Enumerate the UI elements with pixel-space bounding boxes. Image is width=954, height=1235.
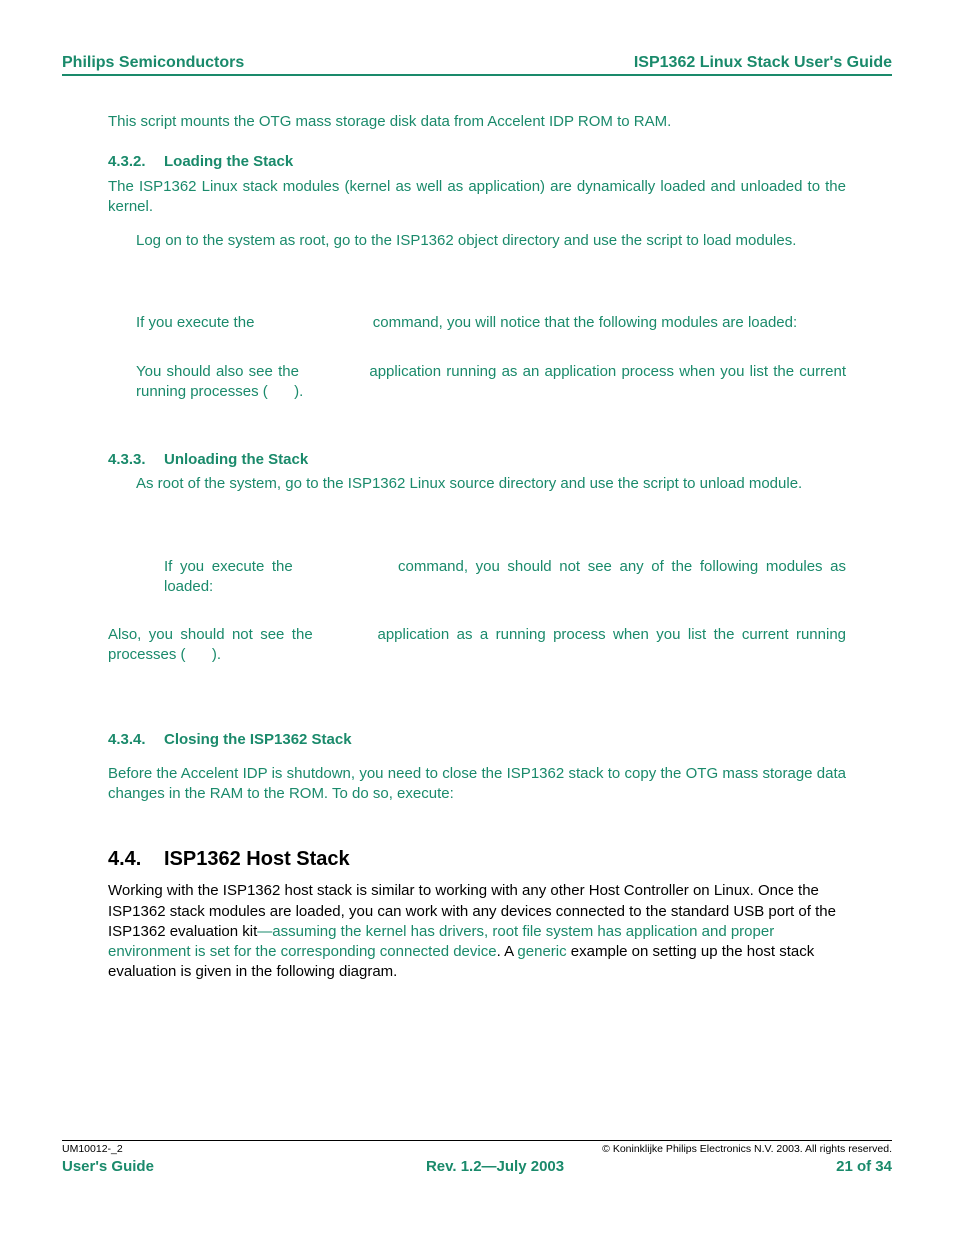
section-number: 4.3.4. xyxy=(108,730,164,750)
s432-p1: The ISP1362 Linux stack modules (kernel … xyxy=(108,177,846,218)
s433-p3: Also, you should not see the application… xyxy=(108,625,846,666)
spacer xyxy=(108,265,846,313)
header-right: ISP1362 Linux Stack User's Guide xyxy=(634,54,892,72)
s433-p1: As root of the system, go to the ISP1362… xyxy=(136,474,846,494)
text-fragment: ). xyxy=(212,646,221,663)
text-fragment: ). xyxy=(294,383,303,400)
s434-p1: Before the Accelent IDP is shutdown, you… xyxy=(108,764,846,805)
s433-p2: If you execute the command, you should n… xyxy=(164,557,846,598)
text-fragment: If you execute the xyxy=(164,558,300,575)
section-432-heading: 4.3.2. Loading the Stack xyxy=(108,152,846,172)
spacer xyxy=(108,509,846,557)
copyright: © Koninklijke Philips Electronics N.V. 2… xyxy=(602,1143,892,1155)
section-title: Loading the Stack xyxy=(164,152,293,172)
text-fragment: You should also see the xyxy=(136,363,304,380)
section-title: Unloading the Stack xyxy=(164,450,308,470)
spacer xyxy=(108,754,846,764)
section-433-heading: 4.3.3. Unloading the Stack xyxy=(108,450,846,470)
s44-p1: Working with the ISP1362 host stack is s… xyxy=(108,881,846,982)
section-number: 4.3.3. xyxy=(108,450,164,470)
footer-meta: UM10012-_2 © Koninklijke Philips Electro… xyxy=(62,1140,892,1155)
page: Philips Semiconductors ISP1362 Linux Sta… xyxy=(0,0,954,1235)
spacer xyxy=(108,348,846,362)
footer-main: User's Guide Rev. 1.2—July 2003 21 of 34 xyxy=(62,1158,892,1175)
text-fragment: If you execute the xyxy=(136,314,259,331)
doc-id: UM10012-_2 xyxy=(62,1143,123,1155)
page-content: This script mounts the OTG mass storage … xyxy=(108,112,846,997)
section-title: Closing the ISP1362 Stack xyxy=(164,730,352,750)
text-fragment: generic xyxy=(517,943,566,960)
footer-right: 21 of 34 xyxy=(836,1158,892,1175)
intro-text: This script mounts the OTG mass storage … xyxy=(108,112,846,132)
section-434-heading: 4.3.4. Closing the ISP1362 Stack xyxy=(108,730,846,750)
footer-left: User's Guide xyxy=(62,1158,154,1175)
spacer xyxy=(108,680,846,710)
header-left: Philips Semiconductors xyxy=(62,54,244,72)
s432-p4: You should also see the application runn… xyxy=(136,362,846,403)
text-fragment: command, you will notice that the follow… xyxy=(373,314,797,331)
spacer xyxy=(108,416,846,430)
page-header: Philips Semiconductors ISP1362 Linux Sta… xyxy=(62,54,892,76)
section-number: 4.4. xyxy=(108,846,164,873)
s432-p2: Log on to the system as root, go to the … xyxy=(136,231,846,251)
spacer xyxy=(108,611,846,625)
text-fragment: . A xyxy=(497,943,518,960)
footer-center: Rev. 1.2—July 2003 xyxy=(426,1158,564,1175)
section-44-heading: 4.4. ISP1362 Host Stack xyxy=(108,846,846,873)
text-fragment: Also, you should not see the xyxy=(108,626,320,643)
section-title: ISP1362 Host Stack xyxy=(164,846,350,873)
s432-p3: If you execute the command, you will not… xyxy=(136,313,846,333)
section-number: 4.3.2. xyxy=(108,152,164,172)
